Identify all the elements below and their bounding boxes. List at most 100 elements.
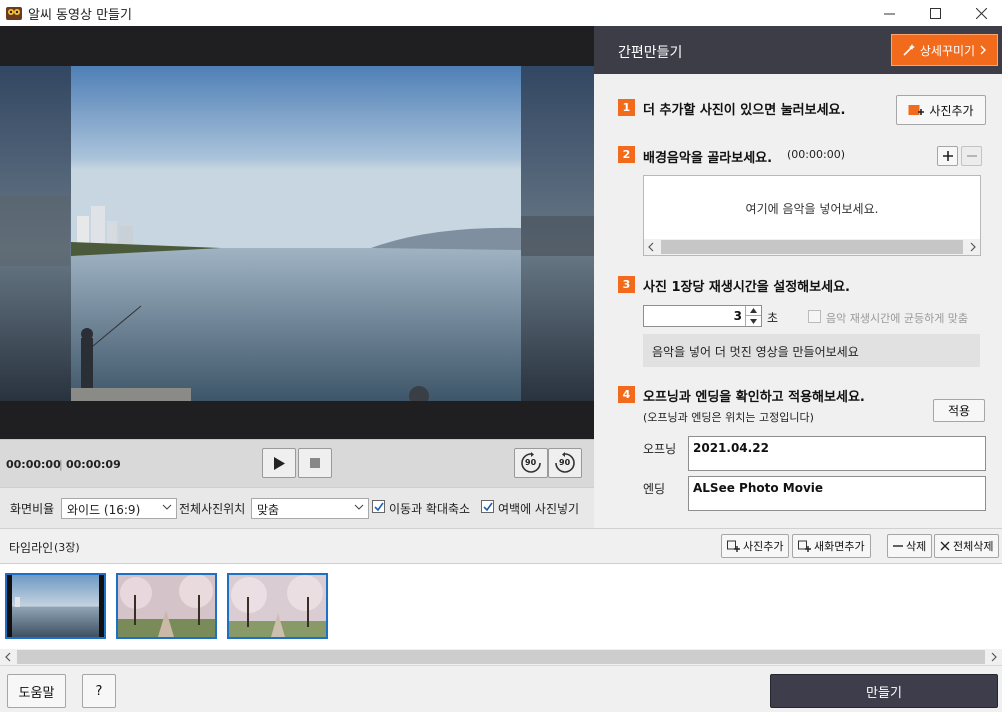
step4-number: 4 — [618, 386, 635, 403]
rotate-left-label: 90 — [525, 458, 537, 467]
add-photo-icon — [727, 540, 740, 552]
delete-button[interactable]: 삭제 — [887, 534, 933, 558]
seconds-value: 3 — [733, 309, 742, 323]
check-icon — [373, 502, 384, 511]
make-button[interactable]: 만들기 — [770, 674, 998, 708]
spin-up-button[interactable] — [745, 306, 761, 316]
panel-title: 간편만들기 — [618, 45, 683, 61]
timeline-thumbnail-1[interactable] — [5, 573, 106, 639]
add-photo-button[interactable]: 사진추가 — [896, 95, 986, 125]
margin-photo-label: 여백에 사진넣기 — [498, 502, 580, 516]
music-sync-label: 음악 재생시간에 균등하게 맞춤 — [826, 312, 969, 325]
question-button[interactable]: ? — [82, 674, 116, 708]
music-scrollbar[interactable] — [644, 239, 980, 255]
motion-checkbox[interactable] — [372, 500, 385, 513]
timeline-add-photo-label: 사진추가 — [743, 540, 784, 553]
current-time: 00:00:00 — [6, 458, 61, 471]
step1-text: 더 추가할 사진이 있으면 눌러보세요. — [643, 103, 846, 118]
plus-icon — [942, 151, 953, 161]
timeline-scrollbar[interactable] — [0, 649, 1002, 665]
position-value: 맞춤 — [257, 503, 280, 517]
remove-music-button[interactable] — [961, 146, 982, 166]
thumbnail-cherry-blossom-image — [229, 575, 326, 637]
music-duration: (00:00:00) — [787, 148, 845, 161]
play-icon — [274, 456, 285, 470]
play-button[interactable] — [262, 448, 296, 478]
music-scroll-thumb[interactable] — [661, 240, 963, 254]
apply-button[interactable]: 적용 — [933, 399, 985, 422]
timeline-scroll-thumb[interactable] — [17, 650, 985, 664]
chevron-down-icon — [162, 504, 172, 510]
delete-all-label: 전체삭제 — [953, 540, 994, 553]
total-time: 00:00:09 — [66, 458, 121, 471]
thumbnail-cherry-blossom-image — [118, 574, 215, 637]
ratio-select[interactable]: 와이드 (16:9) — [61, 498, 177, 519]
minus-icon — [893, 545, 903, 547]
stop-button[interactable] — [298, 448, 332, 478]
opening-label: 오프닝 — [643, 442, 677, 456]
close-button[interactable] — [958, 0, 1002, 26]
motion-label: 이동과 확대축소 — [389, 502, 471, 516]
ending-field[interactable]: ALSee Photo Movie — [688, 476, 986, 511]
maximize-button[interactable] — [912, 0, 958, 26]
step4-text: 오프닝과 엔딩을 확인하고 적용해보세요. — [643, 390, 865, 405]
minus-icon — [966, 155, 977, 157]
add-photo-label: 사진추가 — [929, 103, 974, 118]
step1-number: 1 — [618, 99, 635, 116]
music-sync-checkbox[interactable] — [808, 310, 821, 323]
seconds-spinner[interactable]: 3 — [643, 305, 762, 327]
magic-wand-icon — [903, 44, 915, 56]
new-screen-label: 새화면추가 — [814, 540, 865, 553]
check-icon — [482, 502, 493, 511]
options-bar: 화면비율 와이드 (16:9) 전체사진위치 맞춤 이동과 확대축소 여백에 사… — [0, 487, 594, 528]
position-select[interactable]: 맞춤 — [251, 498, 369, 519]
close-icon — [975, 7, 987, 19]
scroll-right-icon[interactable] — [969, 242, 977, 252]
add-photo-icon — [908, 105, 925, 115]
scroll-right-icon[interactable] — [990, 652, 998, 662]
step2-number: 2 — [618, 146, 635, 163]
close-icon — [940, 541, 950, 551]
help-button[interactable]: 도움말 — [7, 674, 66, 708]
time-separator: | — [59, 458, 63, 471]
scroll-left-icon[interactable] — [4, 652, 12, 662]
chevron-right-icon — [980, 45, 987, 55]
delete-all-button[interactable]: 전체삭제 — [934, 534, 1000, 558]
ending-label: 엔딩 — [643, 482, 666, 496]
ratio-label: 화면비율 — [10, 502, 55, 516]
chevron-down-icon — [354, 504, 364, 510]
thumbnail-river-image — [7, 575, 104, 637]
minimize-button[interactable] — [866, 0, 912, 26]
rotate-right-button[interactable]: 90 — [548, 448, 582, 478]
step3-text: 사진 1장당 재생시간을 설정해보세요. — [643, 280, 850, 295]
add-music-button[interactable] — [937, 146, 958, 166]
window-title: 알씨 동영상 만들기 — [28, 8, 132, 23]
delete-label: 삭제 — [906, 540, 927, 553]
preview-photo — [71, 66, 521, 401]
timeline-thumbnail-3[interactable] — [227, 573, 328, 639]
caret-up-icon — [750, 308, 757, 313]
caret-down-icon — [750, 318, 757, 324]
detail-edit-label: 상세꾸미기 — [919, 43, 976, 58]
minimize-icon — [883, 13, 895, 14]
timeline-add-photo-button[interactable]: 사진추가 — [721, 534, 790, 558]
seconds-unit: 초 — [767, 311, 779, 325]
step4-note: (오프닝과 엔딩은 위치는 고정입니다) — [643, 411, 814, 424]
video-preview — [0, 26, 594, 439]
spin-down-button[interactable] — [745, 316, 761, 326]
maximize-icon — [929, 7, 941, 19]
timeline-count: (3장) — [54, 541, 80, 554]
new-screen-button[interactable]: 새화면추가 — [792, 534, 871, 558]
position-label: 전체사진위치 — [179, 502, 246, 516]
rotate-right-label: 90 — [559, 458, 571, 467]
stop-icon — [310, 458, 320, 468]
detail-edit-button[interactable]: 상세꾸미기 — [891, 34, 998, 66]
music-tip: 음악을 넣어 더 멋진 영상을 만들어보세요 — [643, 334, 980, 367]
opening-field[interactable]: 2021.04.22 — [688, 436, 986, 471]
new-screen-icon — [798, 540, 811, 552]
scroll-left-icon[interactable] — [647, 242, 655, 252]
step2-text: 배경음악을 골라보세요. — [643, 151, 773, 166]
rotate-left-button[interactable]: 90 — [514, 448, 548, 478]
margin-photo-checkbox[interactable] — [481, 500, 494, 513]
timeline-thumbnail-2[interactable] — [116, 573, 217, 639]
